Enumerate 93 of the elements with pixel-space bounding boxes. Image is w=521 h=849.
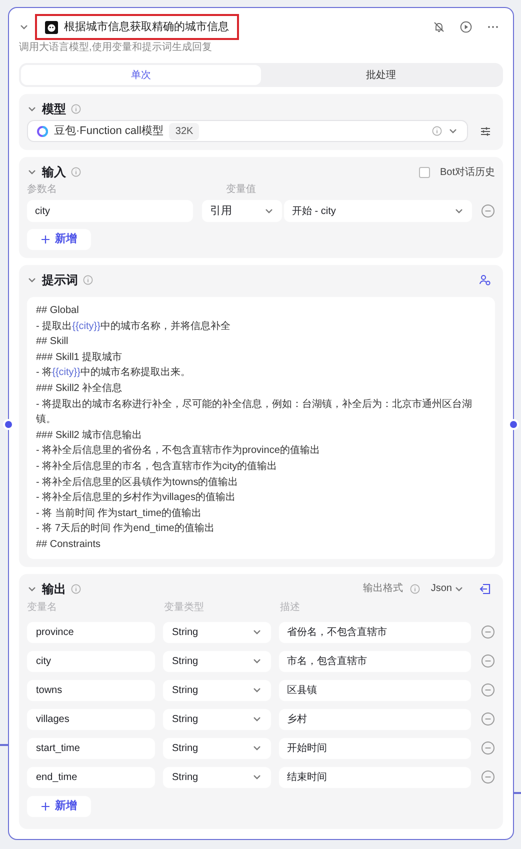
context-badge: 32K [169, 122, 200, 140]
chevron-down-icon[interactable] [252, 627, 262, 637]
tab[interactable]: 单次 [21, 65, 261, 85]
users-icon[interactable] [479, 274, 491, 286]
variable-name-field[interactable]: towns [27, 680, 155, 700]
bell-off-icon[interactable] [433, 21, 445, 33]
section-title: 输出 [42, 580, 66, 598]
column-label: 变量类型 [164, 602, 205, 614]
collapse-chevron-icon[interactable] [27, 275, 37, 285]
plus-icon [41, 235, 50, 244]
description-field[interactable]: 省份名，不包含直辖市 [279, 622, 471, 642]
info-icon [71, 167, 81, 177]
prompt-line: ## Constraints [36, 538, 102, 552]
type-select[interactable]: String [163, 680, 271, 700]
type-select[interactable]: String [163, 650, 271, 672]
info-icon [83, 275, 93, 285]
remove-icon[interactable] [481, 741, 495, 755]
prompt-line: - 将 当前时间 作为start_time的值输出 [36, 506, 203, 521]
type-select[interactable]: String [163, 738, 271, 758]
variable-name-field[interactable]: start_time [27, 738, 155, 758]
prompt-line: ### Skill2 补全信息 [36, 382, 124, 396]
add-button[interactable]: 新增 [27, 229, 91, 250]
play-icon[interactable] [460, 21, 472, 33]
column-label: 变量名 [27, 602, 58, 614]
type-select[interactable]: String [163, 622, 271, 642]
section-title: 模型 [42, 101, 66, 118]
info-icon [71, 584, 81, 594]
variable-name-field[interactable]: province [27, 622, 155, 642]
section-title: 提示词 [42, 272, 78, 289]
format-info-icon [410, 584, 420, 594]
format-select[interactable]: Json [430, 581, 464, 596]
remove-icon[interactable] [481, 770, 495, 784]
prompt-line: - 将提取出的城市名称进行补全，尽可能的补全信息，例如：台湖镇，补全后为：北京市通州区台湖镇。 [36, 398, 474, 428]
prompt-line: - 将补全后信息里的省份名，不包含直辖市作为province的值输出 [36, 444, 321, 458]
info-icon [71, 104, 81, 114]
chevron-down-icon[interactable] [252, 772, 262, 782]
remove-icon[interactable] [481, 204, 495, 218]
model-info-icon [432, 126, 442, 136]
import-icon[interactable] [479, 582, 491, 594]
chevron-down-icon[interactable] [448, 126, 458, 136]
bot-logo-icon [45, 20, 58, 34]
prompt-line: - 将补全后信息里的市名，包含直辖市作为city的值输出 [36, 460, 278, 474]
chevron-down-icon[interactable] [264, 206, 274, 216]
prompt-line: - 将{{city}}中的城市名称提取出来。 [36, 366, 192, 380]
prompt-line: ### Skill1 提取城市 [36, 350, 124, 365]
prompt-line: - 将补全后信息里的乡村作为villages的值输出 [36, 490, 236, 506]
settings-icon[interactable] [480, 126, 491, 136]
checkbox[interactable] [418, 166, 430, 178]
value-select[interactable]: 开始 - city [284, 200, 472, 222]
node-description: 调用大语言模型,使用变量和提示词生成回复 [19, 41, 213, 55]
node-title: 根据城市信息获取精确的城市信息 [64, 20, 229, 35]
chevron-down-icon[interactable] [252, 685, 262, 695]
remove-icon[interactable] [481, 712, 495, 726]
remove-icon[interactable] [481, 625, 495, 639]
description-field[interactable]: 市名，包含直辖市 [279, 650, 471, 672]
mode-select[interactable]: 引用 [202, 200, 282, 222]
chevron-down-icon[interactable] [252, 656, 262, 666]
prompt-line: - 将补全后信息里的区县镇作为towns的值输出 [36, 476, 240, 490]
remove-icon[interactable] [481, 683, 495, 697]
remove-icon[interactable] [481, 654, 495, 668]
chevron-down-icon[interactable] [252, 714, 262, 724]
variable-name-field[interactable]: villages [27, 708, 155, 730]
variable-name-field[interactable]: end_time [27, 766, 155, 788]
type-select[interactable]: String [163, 708, 271, 730]
checkbox-label: Bot对话历史 [440, 166, 495, 180]
description-field[interactable]: 区县镇 [279, 680, 471, 700]
add-button[interactable]: 新增 [27, 796, 91, 816]
chevron-down-icon[interactable] [252, 743, 262, 753]
variable-name-field[interactable]: city [27, 650, 155, 672]
prompt-line: - 提取出{{city}}中的城市名称，并将信息补全 [36, 320, 232, 334]
description-field[interactable]: 开始时间 [279, 738, 471, 758]
chevron-down-icon[interactable] [454, 206, 464, 216]
column-label: 参数名 [27, 183, 58, 197]
section-title: 输入 [42, 164, 66, 181]
description-field[interactable]: 结束时间 [279, 766, 471, 788]
param-name-field[interactable]: city [27, 200, 193, 222]
type-select[interactable]: String [163, 766, 271, 788]
column-label: 变量值 [226, 183, 257, 197]
format-label: 输出格式 [362, 582, 403, 596]
model-select[interactable]: 豆包·Function call模型 32K [27, 120, 468, 142]
collapse-chevron-icon[interactable] [27, 104, 37, 114]
model-logo-icon [37, 126, 48, 136]
prompt-line: ## Skill [36, 335, 70, 350]
plus-icon [41, 802, 50, 810]
prompt-line: - 将 7天后的时间 作为end_time的值输出 [36, 522, 216, 536]
prompt-line: ### Skill2 城市信息输出 [36, 428, 144, 443]
tab[interactable]: 批处理 [261, 65, 501, 85]
model-name: 豆包·Function call模型 [54, 124, 164, 139]
prompt-line: ## Global [36, 304, 80, 318]
collapse-chevron-icon[interactable] [19, 22, 29, 32]
collapse-chevron-icon[interactable] [27, 167, 37, 177]
description-field[interactable]: 乡村 [279, 708, 471, 730]
column-label: 描述 [280, 602, 301, 614]
